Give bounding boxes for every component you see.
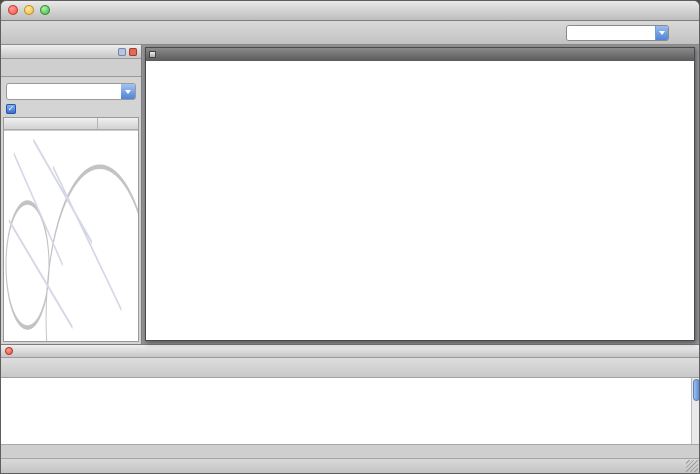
control-panel (1, 45, 142, 344)
window-titlebar[interactable] (1, 1, 699, 21)
search-area (562, 23, 693, 43)
mosaic-overview-thumbnail (4, 130, 138, 341)
search-options-icon[interactable] (673, 23, 693, 43)
data-panel (1, 344, 699, 444)
close-panel-icon[interactable] (129, 48, 137, 56)
close-window-button[interactable] (8, 5, 18, 15)
window-controls (8, 5, 50, 15)
mosaic-tree (3, 117, 139, 342)
select-nodes-row (1, 103, 141, 117)
attribute-browser-tabs (1, 444, 699, 458)
control-panel-tabs (1, 59, 141, 77)
search-combo (566, 25, 669, 41)
main-toolbar (1, 21, 699, 45)
float-panel-icon[interactable] (118, 48, 126, 56)
resize-grip[interactable] (686, 460, 698, 472)
scrollbar-thumb[interactable] (693, 379, 699, 401)
network-column-header[interactable] (4, 118, 98, 129)
main-area (1, 45, 699, 344)
close-panel-icon[interactable] (5, 347, 13, 355)
select-nodes-checkbox[interactable] (6, 104, 16, 114)
zoom-window-button[interactable] (40, 5, 50, 15)
status-bar (1, 458, 699, 473)
nodes-column-header[interactable] (98, 118, 138, 129)
network-canvas[interactable] (146, 61, 694, 340)
minimize-window-button[interactable] (24, 5, 34, 15)
attribute-table-wrap (1, 378, 699, 444)
network-view-window (145, 47, 695, 341)
attribute-browser-toolbar (1, 358, 699, 378)
tree-column-headers (4, 118, 138, 130)
panel-buttons (118, 48, 137, 56)
node-color-selection-label (1, 77, 141, 82)
app-window (0, 0, 700, 474)
control-panel-header (1, 45, 141, 59)
network-desktop (142, 45, 699, 344)
node-color-dropdown[interactable] (6, 83, 136, 100)
view-icon[interactable] (149, 51, 156, 58)
network-view-titlebar[interactable] (146, 48, 694, 61)
search-dropdown-icon[interactable] (655, 25, 668, 41)
chevron-down-icon[interactable] (121, 83, 135, 100)
attribute-table (1, 378, 691, 444)
overview-sketch (4, 131, 138, 341)
search-input[interactable] (567, 26, 655, 40)
data-panel-header (1, 345, 699, 358)
table-scrollbar[interactable] (691, 378, 699, 444)
